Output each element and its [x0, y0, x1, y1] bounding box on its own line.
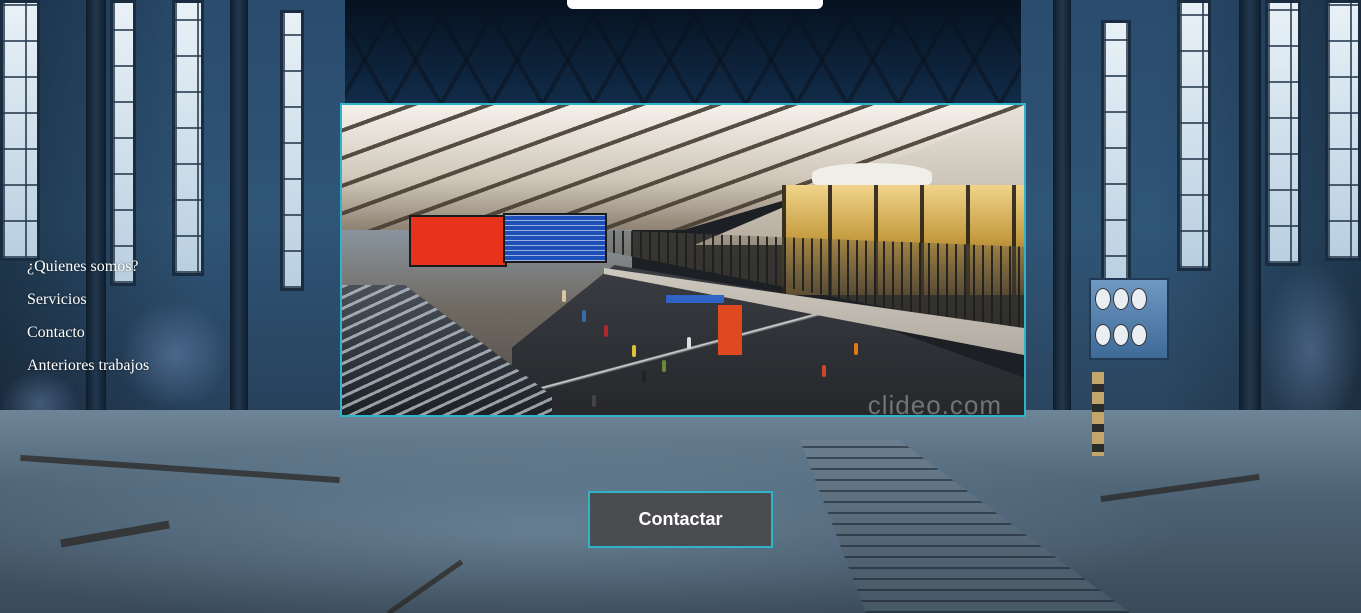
- station-red-screen: [409, 215, 507, 267]
- station-video[interactable]: clideo.com: [340, 103, 1026, 417]
- nav-item-anteriores-trabajos[interactable]: Anteriores trabajos: [27, 356, 149, 389]
- nav-item-contacto[interactable]: Contacto: [27, 323, 149, 356]
- contactar-button[interactable]: Contactar: [588, 491, 773, 548]
- nav-item-servicios[interactable]: Servicios: [27, 290, 149, 323]
- nav-menu: ¿Quienes somos? Servicios Contacto Anter…: [27, 257, 149, 389]
- nav-item-quienes-somos[interactable]: ¿Quienes somos?: [27, 257, 149, 290]
- video-watermark: clideo.com: [867, 390, 1002, 417]
- background-post: [1092, 372, 1104, 456]
- background-right-wall: [1021, 0, 1361, 460]
- background-electric-panel: [1089, 278, 1169, 360]
- top-white-bar: [567, 0, 823, 9]
- background-roof: [300, 0, 1060, 120]
- station-departure-board: [503, 213, 607, 263]
